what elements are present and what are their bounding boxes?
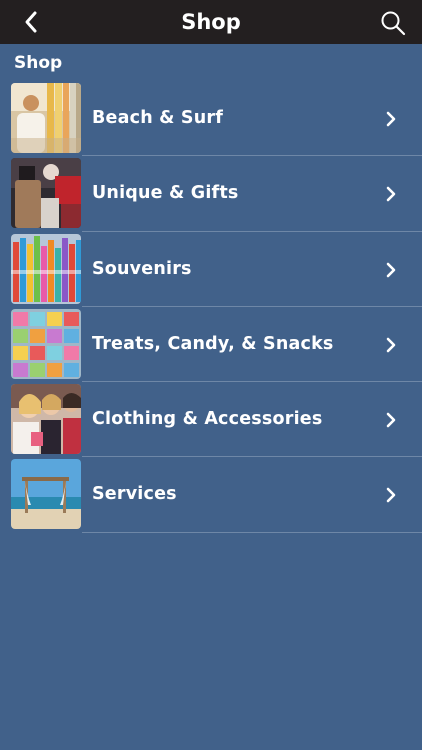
list-item-clothing-accessories[interactable]: Clothing & Accessories — [0, 382, 422, 458]
chevron-right-icon — [386, 488, 396, 503]
beach-surf-thumbnail — [11, 83, 81, 153]
clothing-accessories-thumbnail — [11, 384, 81, 455]
souvenirs-thumbnail — [11, 233, 81, 304]
chevron-right-icon — [386, 262, 396, 277]
list-item-unique-gifts[interactable]: Unique & Gifts — [0, 156, 422, 232]
list-item-label: Unique & Gifts — [92, 183, 239, 204]
list-item-label: Treats, Candy, & Snacks — [92, 333, 334, 354]
list-item-souvenirs[interactable]: Souvenirs — [0, 232, 422, 308]
page-title: Shop — [181, 10, 241, 34]
shop-category-list: Beach & Surf Unique & Gifts Souvenirs Tr… — [0, 81, 422, 534]
section-title: Shop — [14, 53, 63, 73]
navigation-bar: Shop — [0, 0, 422, 44]
treats-candy-thumbnail — [11, 308, 81, 379]
list-item-beach-surf[interactable]: Beach & Surf — [0, 81, 422, 157]
list-item-label: Services — [92, 484, 177, 505]
list-item-services[interactable]: Services — [0, 457, 422, 534]
list-item-label: Souvenirs — [92, 258, 192, 279]
search-icon[interactable] — [380, 10, 406, 36]
unique-gifts-thumbnail — [11, 158, 81, 229]
services-thumbnail — [11, 459, 81, 530]
chevron-right-icon — [386, 337, 396, 353]
chevron-right-icon — [386, 186, 396, 202]
list-item-label: Clothing & Accessories — [92, 409, 323, 430]
list-item-treats-candy-snacks[interactable]: Treats, Candy, & Snacks — [0, 307, 422, 383]
chevron-right-icon — [386, 111, 396, 127]
list-item-label: Beach & Surf — [92, 108, 224, 128]
chevron-right-icon — [386, 412, 396, 428]
